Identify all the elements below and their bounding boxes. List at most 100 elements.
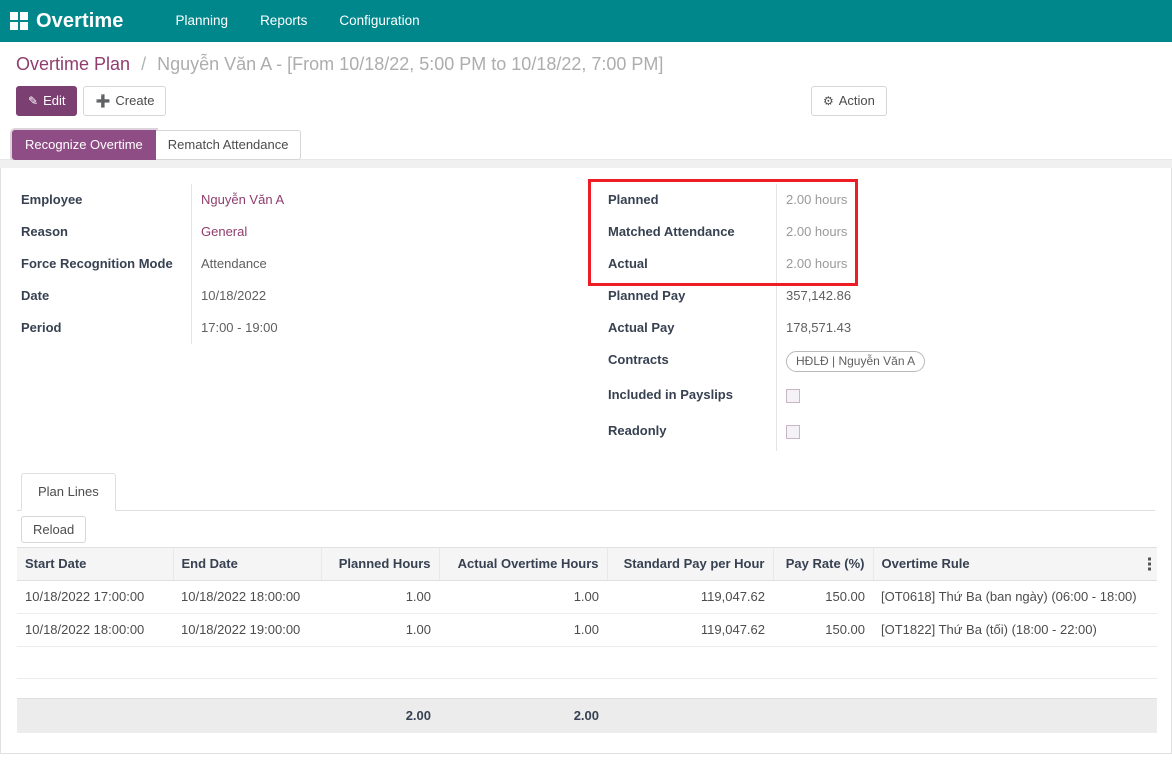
- table-body: 10/18/2022 17:00:00 10/18/2022 18:00:00 …: [17, 580, 1157, 699]
- field-actual-pay-value: 178,571.43: [776, 312, 1155, 344]
- field-employee-value[interactable]: Nguyễn Văn A: [191, 184, 576, 216]
- column-header-actual-overtime-hours[interactable]: Actual Overtime Hours: [439, 547, 608, 581]
- notebook: Plan Lines Reload Start Date End Date Pl…: [1, 473, 1171, 733]
- control-panel-buttons: ✎ Edit ➕ Create ⚙ Action: [8, 82, 1164, 124]
- cell-standard-pay-per-hour: 119,047.62: [607, 613, 773, 647]
- cell-end-date: 10/18/2022 18:00:00: [173, 580, 321, 614]
- cell-start-date: 10/18/2022 18:00:00: [17, 613, 173, 647]
- create-button-label: Create: [115, 93, 155, 108]
- field-readonly-value: [776, 415, 1155, 451]
- field-period-value: 17:00 - 19:00: [191, 312, 576, 344]
- field-planned-pay: Planned Pay 357,142.86: [604, 280, 1155, 312]
- field-planned-pay-label: Planned Pay: [608, 288, 686, 303]
- field-reason-label: Reason: [21, 224, 68, 239]
- top-navbar: Overtime Planning Reports Configuration: [0, 0, 1172, 42]
- field-planned-pay-value: 357,142.86: [776, 280, 1155, 312]
- field-contracts-label: Contracts: [608, 352, 669, 367]
- field-planned-hours-value: 2.00 hours: [776, 184, 1155, 216]
- form-column-right: Planned 2.00 hours Matched Attendance 2.…: [586, 179, 1155, 451]
- notebook-tabs: Plan Lines: [17, 473, 1155, 511]
- column-header-overtime-rule[interactable]: Overtime Rule: [873, 547, 1157, 581]
- field-reason: Reason General: [17, 216, 576, 248]
- tab-plan-lines[interactable]: Plan Lines: [21, 473, 116, 511]
- field-planned-hours: Planned 2.00 hours: [604, 184, 1155, 216]
- cell-planned-hours: 1.00: [321, 580, 439, 614]
- field-included-in-payslips-value: [776, 379, 1155, 415]
- column-header-standard-pay-per-hour[interactable]: Standard Pay per Hour: [607, 547, 774, 581]
- field-actual-hours-value: 2.00 hours: [776, 248, 1155, 280]
- breadcrumb-root-link[interactable]: Overtime Plan: [16, 54, 130, 74]
- field-matched-attendance-value: 2.00 hours: [776, 216, 1155, 248]
- statusbar-button-rematch-attendance[interactable]: Rematch Attendance: [155, 130, 302, 160]
- statusbar-button-recognize-overtime[interactable]: Recognize Overtime: [12, 130, 156, 160]
- statusbar: Recognize Overtime Rematch Attendance: [8, 124, 1164, 160]
- readonly-checkbox[interactable]: [786, 425, 800, 439]
- column-header-overtime-rule-label: Overtime Rule: [881, 556, 970, 571]
- hours-summary-block: Planned 2.00 hours Matched Attendance 2.…: [588, 179, 1155, 286]
- plan-lines-table: Start Date End Date Planned Hours Actual…: [17, 547, 1157, 733]
- cell-standard-pay-per-hour: 119,047.62: [607, 580, 773, 614]
- field-force-recognition-mode-label: Force Recognition Mode: [21, 256, 173, 271]
- totals-actual-overtime-hours: 2.00: [439, 698, 607, 733]
- action-button-label: Action: [838, 93, 875, 108]
- totals-cell-empty-pay: [607, 698, 773, 733]
- plus-icon: ➕: [95, 94, 111, 108]
- menu-item-configuration[interactable]: Configuration: [323, 0, 435, 42]
- create-button[interactable]: ➕ Create: [83, 86, 167, 116]
- action-button[interactable]: ⚙ Action: [811, 86, 887, 116]
- reload-button[interactable]: Reload: [21, 516, 87, 543]
- field-contracts-value: HĐLĐ | Nguyễn Văn A: [776, 344, 1155, 379]
- cell-pay-rate: 150.00: [773, 580, 873, 614]
- cell-actual-overtime-hours: 1.00: [439, 580, 607, 614]
- table-empty-row: [17, 646, 1157, 679]
- app-brand-title[interactable]: Overtime: [36, 10, 124, 33]
- form-column-left: Employee Nguyễn Văn A Reason General For…: [17, 184, 586, 451]
- field-actual-hours-label: Actual: [608, 256, 648, 271]
- totals-cell-empty-rate: [773, 698, 873, 733]
- column-header-end-date[interactable]: End Date: [173, 547, 322, 581]
- column-header-planned-hours[interactable]: Planned Hours: [321, 547, 440, 581]
- field-date-value: 10/18/2022: [191, 280, 576, 312]
- field-actual-pay-label: Actual Pay: [608, 320, 675, 335]
- contract-tag[interactable]: HĐLĐ | Nguyễn Văn A: [786, 351, 926, 372]
- pencil-icon: ✎: [28, 94, 39, 108]
- field-planned-hours-label: Planned: [608, 192, 659, 207]
- included-in-payslips-checkbox[interactable]: [786, 389, 800, 403]
- edit-button[interactable]: ✎ Edit: [16, 86, 78, 116]
- table-header-row: Start Date End Date Planned Hours Actual…: [17, 547, 1157, 581]
- menu-item-reports[interactable]: Reports: [244, 0, 323, 42]
- field-contracts: Contracts HĐLĐ | Nguyễn Văn A: [604, 344, 1155, 379]
- table-totals-row: 2.00 2.00: [17, 698, 1157, 733]
- menu-item-planning[interactable]: Planning: [160, 0, 245, 42]
- field-actual-pay: Actual Pay 178,571.43: [604, 312, 1155, 344]
- table-row[interactable]: 10/18/2022 17:00:00 10/18/2022 18:00:00 …: [17, 580, 1157, 614]
- table-spacer-row: [17, 679, 1157, 699]
- field-period: Period 17:00 - 19:00: [17, 312, 576, 344]
- kebab-menu-icon[interactable]: [1148, 556, 1151, 573]
- field-readonly: Readonly: [604, 415, 1155, 451]
- cell-planned-hours: 1.00: [321, 613, 439, 647]
- form-left-spacer: [17, 344, 576, 430]
- cell-actual-overtime-hours: 1.00: [439, 613, 607, 647]
- totals-cell-empty-rule: [873, 698, 1157, 733]
- cell-end-date: 10/18/2022 19:00:00: [173, 613, 321, 647]
- cell-start-date: 10/18/2022 17:00:00: [17, 580, 173, 614]
- column-header-pay-rate[interactable]: Pay Rate (%): [773, 547, 874, 581]
- field-matched-attendance-label: Matched Attendance: [608, 224, 735, 239]
- apps-grid-icon[interactable]: [10, 12, 28, 30]
- breadcrumb-current-record: Nguyễn Văn A - [From 10/18/22, 5:00 PM t…: [157, 54, 664, 74]
- field-reason-value[interactable]: General: [191, 216, 576, 248]
- table-row[interactable]: 10/18/2022 18:00:00 10/18/2022 19:00:00 …: [17, 613, 1157, 647]
- field-force-recognition-mode-value: Attendance: [191, 248, 576, 280]
- breadcrumb-separator: /: [141, 54, 147, 74]
- totals-cell-empty-start: [17, 698, 173, 733]
- field-included-in-payslips-label: Included in Payslips: [608, 387, 733, 402]
- edit-button-label: Edit: [43, 93, 66, 108]
- column-header-start-date[interactable]: Start Date: [17, 547, 174, 581]
- form-sheet: Employee Nguyễn Văn A Reason General For…: [0, 168, 1172, 754]
- field-employee-label: Employee: [21, 192, 83, 207]
- cell-overtime-rule: [OT0618] Thứ Ba (ban ngày) (06:00 - 18:0…: [873, 580, 1157, 614]
- form-grid: Employee Nguyễn Văn A Reason General For…: [1, 179, 1171, 451]
- totals-planned-hours: 2.00: [321, 698, 439, 733]
- breadcrumb: Overtime Plan / Nguyễn Văn A - [From 10/…: [8, 42, 1164, 82]
